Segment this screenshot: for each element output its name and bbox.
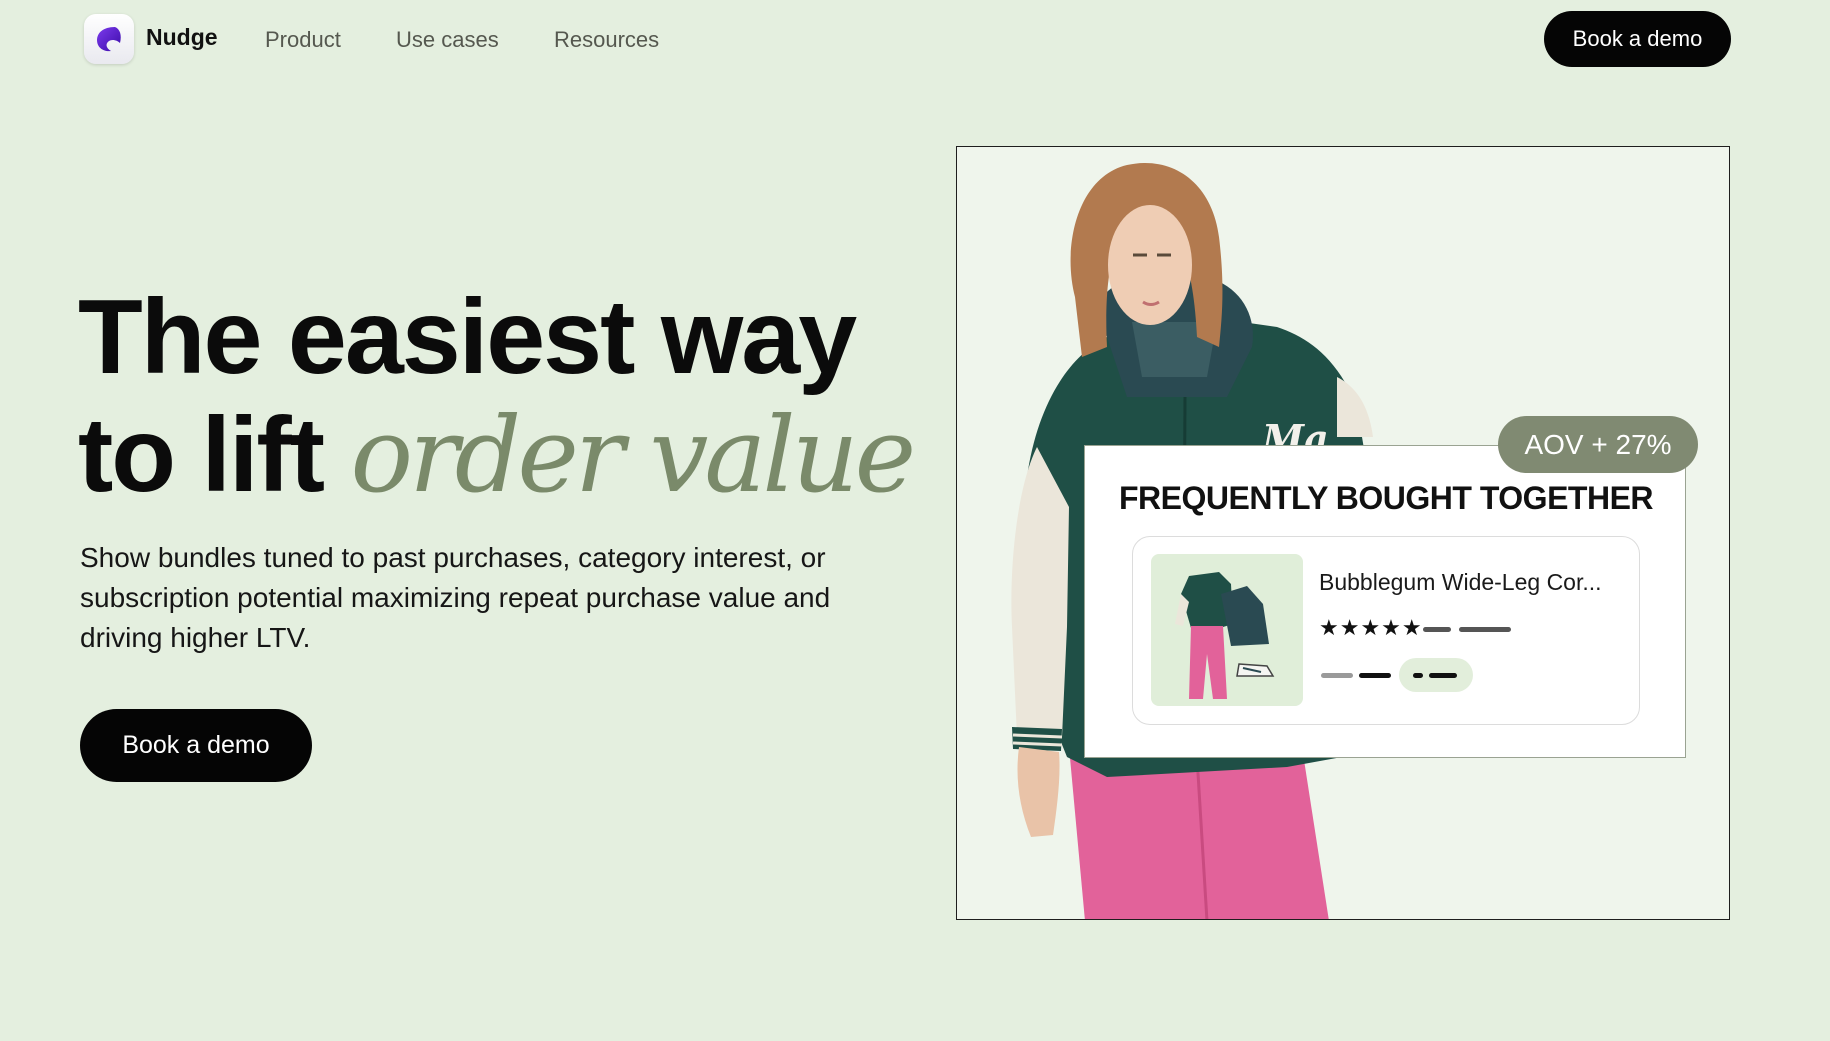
nudge-logo-icon[interactable]	[84, 14, 134, 64]
bundle-product-item[interactable]: Bubblegum Wide-Leg Cor... ★★★★★	[1132, 536, 1640, 725]
headline-plain-text: to lift	[78, 396, 325, 514]
star-icon: ★★★★★	[1319, 615, 1423, 640]
brand-name[interactable]: Nudge	[146, 24, 218, 51]
hero-headline: The easiest way to lift order value	[78, 278, 916, 514]
placeholder-dash	[1359, 673, 1391, 678]
headline-accent-text: order value	[350, 394, 916, 516]
headline-line-2: to lift order value	[78, 396, 916, 514]
nav-link-resources[interactable]: Resources	[554, 27, 659, 53]
book-demo-hero-button[interactable]: Book a demo	[80, 709, 312, 782]
headline-line-1: The easiest way	[78, 278, 857, 396]
product-thumbnail[interactable]	[1151, 554, 1303, 706]
product-name[interactable]: Bubblegum Wide-Leg Cor...	[1319, 569, 1602, 596]
hero-subtext: Show bundles tuned to past purchases, ca…	[80, 542, 831, 653]
nav-link-use-cases[interactable]: Use cases	[396, 27, 499, 53]
book-demo-nav-button[interactable]: Book a demo	[1544, 11, 1731, 67]
placeholder-dash	[1423, 627, 1451, 632]
nav-link-product[interactable]: Product	[265, 27, 341, 53]
placeholder-dash	[1459, 627, 1511, 632]
card-title: FREQUENTLY BOUGHT TOGETHER	[1119, 480, 1654, 516]
placeholder-dash	[1321, 673, 1353, 678]
price-pill	[1399, 658, 1473, 692]
top-navigation: Nudge Product Use cases Resources Book a…	[0, 0, 1830, 80]
frequently-bought-together-card: FREQUENTLY BOUGHT TOGETHER Bubblegum Wid…	[1084, 445, 1686, 758]
aov-uplift-badge: AOV + 27%	[1498, 416, 1698, 473]
